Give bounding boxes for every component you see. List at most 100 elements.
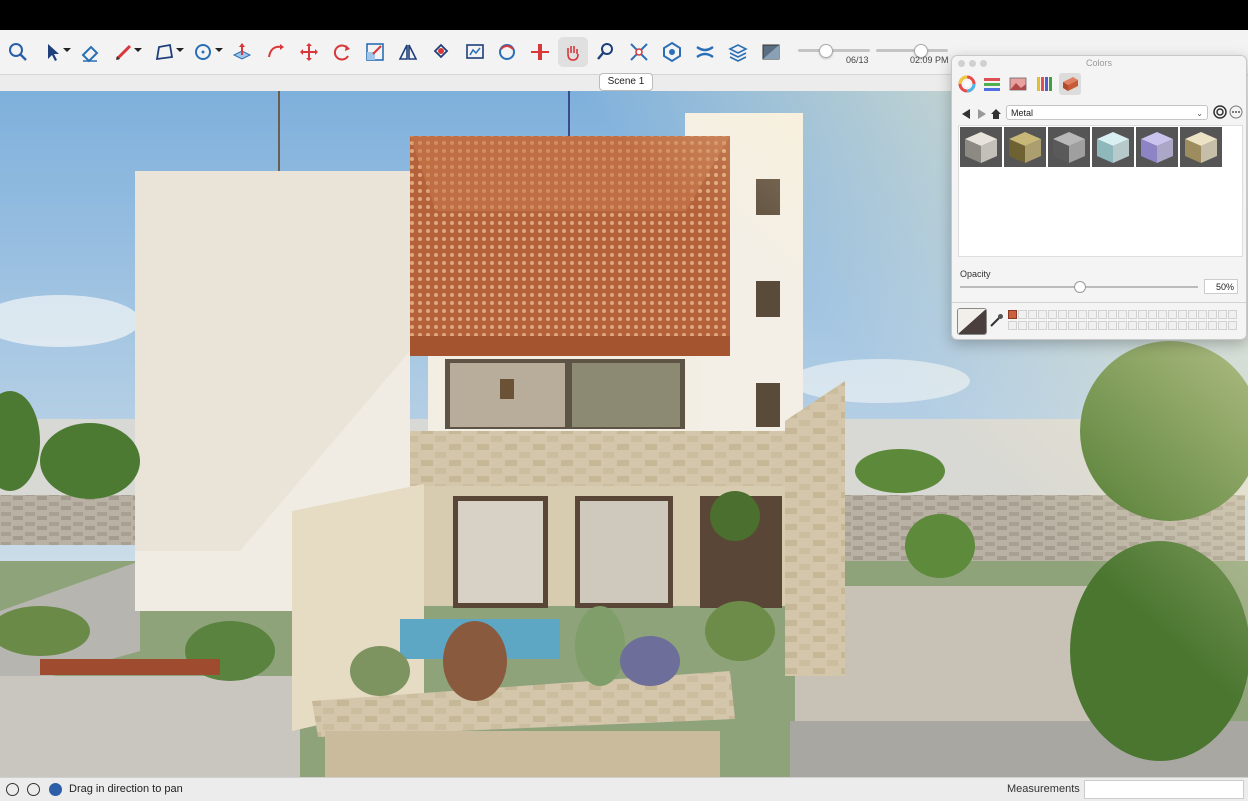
- aqua-metal-swatch[interactable]: [1092, 127, 1134, 167]
- recent-color-cell[interactable]: [1178, 321, 1187, 330]
- recent-color-cell[interactable]: [1158, 310, 1167, 319]
- recent-color-cell[interactable]: [1228, 310, 1237, 319]
- recent-color-cell[interactable]: [1018, 310, 1027, 319]
- recent-color-cell[interactable]: [1008, 310, 1017, 319]
- pencil-caret-icon[interactable]: [134, 46, 142, 54]
- color-wheel-tab[interactable]: [956, 73, 978, 95]
- steel-metal-swatch[interactable]: [1048, 127, 1090, 167]
- forward-arrow-icon[interactable]: [976, 108, 988, 120]
- silver-metal-swatch[interactable]: [960, 127, 1002, 167]
- select-caret-icon[interactable]: [63, 46, 71, 54]
- scene-tab[interactable]: Scene 1: [599, 73, 653, 91]
- pan-tool[interactable]: [558, 37, 588, 67]
- shadow-date-knob[interactable]: [819, 44, 833, 58]
- recent-color-cell[interactable]: [1218, 310, 1227, 319]
- opacity-value[interactable]: 50%: [1204, 279, 1238, 294]
- recent-color-cell[interactable]: [1138, 321, 1147, 330]
- recent-color-cell[interactable]: [1208, 321, 1217, 330]
- recent-color-cell[interactable]: [1168, 321, 1177, 330]
- recent-color-cell[interactable]: [1128, 310, 1137, 319]
- opacity-knob[interactable]: [1074, 281, 1086, 293]
- image-palette-tab[interactable]: [1007, 73, 1029, 95]
- recent-color-cell[interactable]: [1038, 321, 1047, 330]
- recent-color-cell[interactable]: [1088, 321, 1097, 330]
- recent-color-cell[interactable]: [1048, 310, 1057, 319]
- color-sliders-tab[interactable]: [981, 73, 1003, 95]
- recent-color-cell[interactable]: [1118, 321, 1127, 330]
- recent-color-cell[interactable]: [1218, 321, 1227, 330]
- polygon-caret-icon[interactable]: [176, 46, 184, 54]
- info-icon[interactable]: [27, 783, 40, 796]
- move-tool[interactable]: [294, 37, 324, 67]
- more-options-icon[interactable]: [1229, 105, 1243, 119]
- back-arrow-icon[interactable]: [960, 108, 972, 120]
- push-pull-tool[interactable]: [227, 37, 257, 67]
- circle-tool[interactable]: [188, 37, 218, 67]
- orbit-tool[interactable]: [492, 37, 522, 67]
- eraser-tool[interactable]: [75, 37, 105, 67]
- materials-tab[interactable]: [1059, 73, 1081, 95]
- recent-color-cell[interactable]: [1058, 310, 1067, 319]
- flip-tool[interactable]: [393, 37, 423, 67]
- recent-color-cell[interactable]: [1108, 310, 1117, 319]
- recent-color-cell[interactable]: [1028, 310, 1037, 319]
- components-tool[interactable]: [657, 37, 687, 67]
- sample-paint-icon[interactable]: [1213, 105, 1227, 119]
- recent-color-cell[interactable]: [1138, 310, 1147, 319]
- recent-color-cell[interactable]: [1018, 321, 1027, 330]
- recent-color-cell[interactable]: [1128, 321, 1137, 330]
- recent-color-cell[interactable]: [1188, 310, 1197, 319]
- zoom-tool[interactable]: [591, 37, 621, 67]
- polygon-tool[interactable]: [149, 37, 179, 67]
- measurements-input[interactable]: [1084, 780, 1244, 799]
- recent-color-cell[interactable]: [1198, 321, 1207, 330]
- home-icon[interactable]: [990, 108, 1002, 120]
- recent-color-cell[interactable]: [1098, 310, 1107, 319]
- eyedropper-icon[interactable]: [988, 312, 1004, 328]
- shadow-date-slider[interactable]: [798, 49, 870, 52]
- scale-tool[interactable]: [360, 37, 390, 67]
- recent-color-cell[interactable]: [1098, 321, 1107, 330]
- materials-tool[interactable]: [756, 37, 786, 67]
- section-plane-tool[interactable]: [525, 37, 555, 67]
- recent-color-cell[interactable]: [1118, 310, 1127, 319]
- crayons-tab[interactable]: [1033, 73, 1055, 95]
- text-label-tool[interactable]: [460, 37, 490, 67]
- current-color-swatch[interactable]: [957, 308, 987, 335]
- recent-color-cell[interactable]: [1158, 321, 1167, 330]
- recent-color-cell[interactable]: [1038, 310, 1047, 319]
- gold-metal-swatch[interactable]: [1180, 127, 1222, 167]
- lavender-metal-swatch[interactable]: [1136, 127, 1178, 167]
- recent-color-cell[interactable]: [1068, 321, 1077, 330]
- brass-metal-swatch[interactable]: [1004, 127, 1046, 167]
- recent-color-cell[interactable]: [1228, 321, 1237, 330]
- recent-color-cell[interactable]: [1078, 321, 1087, 330]
- layers-tool[interactable]: [723, 37, 753, 67]
- recent-color-cell[interactable]: [1088, 310, 1097, 319]
- recent-color-cell[interactable]: [1028, 321, 1037, 330]
- geolocation-icon[interactable]: [6, 783, 19, 796]
- search-tool[interactable]: [3, 37, 33, 67]
- recent-color-cell[interactable]: [1198, 310, 1207, 319]
- recent-color-cell[interactable]: [1008, 321, 1017, 330]
- recent-color-cell[interactable]: [1148, 310, 1157, 319]
- circle-caret-icon[interactable]: [215, 46, 223, 54]
- zoom-extents-tool[interactable]: [624, 37, 654, 67]
- recent-color-cell[interactable]: [1178, 310, 1187, 319]
- recent-color-cell[interactable]: [1208, 310, 1217, 319]
- follow-me-tool[interactable]: [261, 37, 291, 67]
- paint-bucket-tool[interactable]: [426, 37, 456, 67]
- rotate-tool[interactable]: [327, 37, 357, 67]
- help-icon[interactable]: [49, 783, 62, 796]
- recent-color-cell[interactable]: [1108, 321, 1117, 330]
- recent-color-cell[interactable]: [1068, 310, 1077, 319]
- library-select[interactable]: Metal ⌄: [1006, 105, 1208, 120]
- shadows-tool[interactable]: [690, 37, 720, 67]
- recent-color-cell[interactable]: [1148, 321, 1157, 330]
- recent-color-cell[interactable]: [1188, 321, 1197, 330]
- recent-color-cell[interactable]: [1168, 310, 1177, 319]
- shadow-time-slider[interactable]: [876, 49, 948, 52]
- recent-color-cell[interactable]: [1078, 310, 1087, 319]
- recent-color-cell[interactable]: [1048, 321, 1057, 330]
- recent-color-cell[interactable]: [1058, 321, 1067, 330]
